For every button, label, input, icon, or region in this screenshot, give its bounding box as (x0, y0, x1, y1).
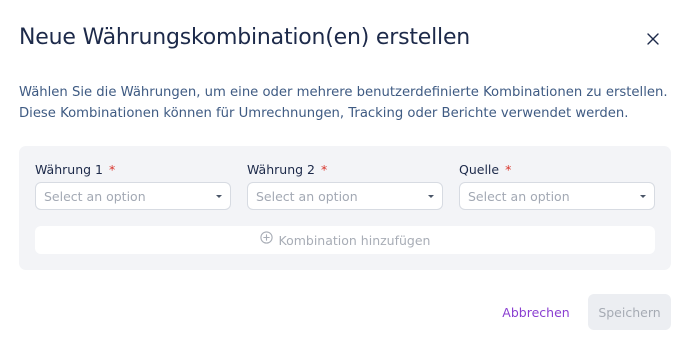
cancel-button[interactable]: Abbrechen (494, 294, 578, 330)
source-placeholder: Select an option (468, 188, 570, 204)
required-marker: * (109, 162, 116, 177)
create-currency-combination-dialog: Neue Währungskombination(en) erstellen W… (0, 0, 691, 347)
chevron-down-icon (216, 195, 222, 198)
currency-1-placeholder: Select an option (44, 188, 146, 204)
add-combination-label: Kombination hinzufügen (278, 232, 431, 248)
currency-1-select[interactable]: Select an option (35, 182, 231, 210)
chevron-down-icon (428, 195, 434, 198)
close-icon (646, 32, 660, 51)
combination-panel: Währung 1 * Select an option Währung 2 * S… (19, 146, 671, 270)
currency-1-label-text: Währung 1 (35, 162, 103, 177)
source-label-text: Quelle (459, 162, 500, 177)
source-select[interactable]: Select an option (459, 182, 655, 210)
dialog-title: Neue Währungskombination(en) erstellen (19, 25, 471, 50)
currency-1-label: Währung 1 * (35, 162, 115, 177)
required-marker: * (505, 162, 512, 177)
source-label: Quelle * (459, 162, 511, 177)
description-line-2: Diese Kombinationen können für Umrechnun… (19, 106, 629, 121)
plus-circle-icon (259, 231, 273, 249)
chevron-down-icon (640, 195, 646, 198)
currency-2-placeholder: Select an option (256, 188, 358, 204)
currency-2-label-text: Währung 2 (247, 162, 315, 177)
add-combination-button[interactable]: Kombination hinzufügen (35, 226, 655, 254)
dialog-description: Wählen Sie die Währungen, um eine oder m… (19, 82, 679, 124)
currency-2-select[interactable]: Select an option (247, 182, 443, 210)
description-line-1: Wählen Sie die Währungen, um eine oder m… (19, 85, 668, 100)
required-marker: * (321, 162, 328, 177)
currency-2-label: Währung 2 * (247, 162, 327, 177)
close-button[interactable] (641, 29, 665, 53)
save-button[interactable]: Speichern (588, 294, 671, 330)
